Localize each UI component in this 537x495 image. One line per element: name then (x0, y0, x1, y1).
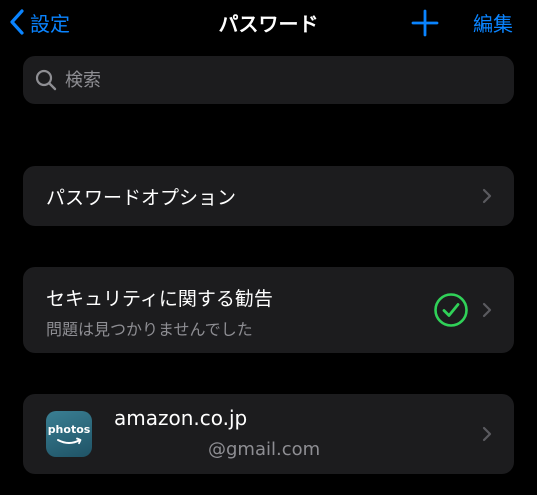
page-title: パスワード (218, 12, 319, 36)
chevron-left-icon (10, 9, 24, 35)
chevron-right-icon (482, 302, 492, 318)
security-recommendations-cell[interactable]: セキュリティに関する勧告 問題は見つかりませんでした (23, 267, 514, 353)
add-password-button[interactable] (410, 8, 440, 38)
back-button[interactable]: 設定 (10, 4, 70, 40)
plus-icon (411, 9, 439, 37)
chevron-right-icon (482, 426, 492, 442)
edit-button[interactable]: 編集 (473, 8, 513, 37)
navigation-bar: 設定 パスワード 編集 (0, 0, 537, 44)
magnifying-glass-icon (35, 69, 57, 91)
security-status-text: 問題は見つかりませんでした (46, 320, 253, 339)
account-row-amazon[interactable]: photos amazon.co.jp @gmail.com (23, 394, 514, 474)
back-button-label: 設定 (30, 11, 70, 36)
account-username: @gmail.com (208, 439, 321, 460)
security-recommendations-label: セキュリティに関する勧告 (46, 288, 273, 310)
search-bar[interactable] (23, 56, 514, 104)
checkmark-circle-icon (434, 293, 468, 327)
password-options-cell[interactable]: パスワードオプション (23, 166, 514, 226)
amazon-smile-icon (57, 437, 82, 445)
chevron-right-icon (482, 188, 492, 204)
account-domain: amazon.co.jp (114, 406, 248, 430)
search-input[interactable] (65, 56, 514, 104)
password-options-label: パスワードオプション (46, 187, 237, 209)
amazon-photos-app-icon: photos (46, 411, 92, 457)
